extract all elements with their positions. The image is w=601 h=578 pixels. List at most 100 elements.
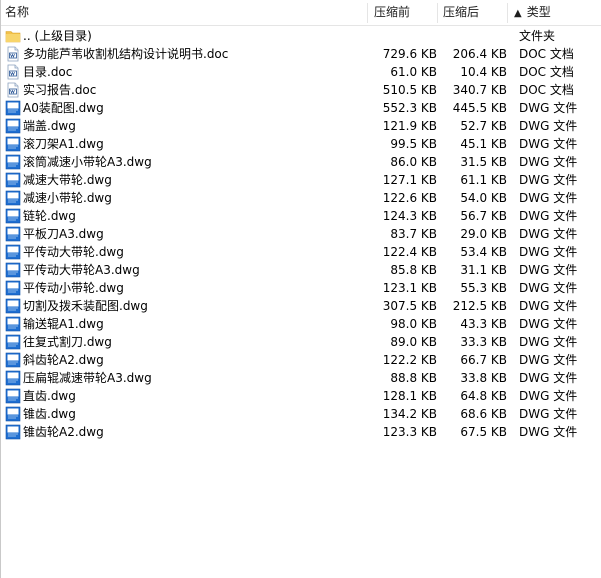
file-type: DOC 文档	[519, 83, 574, 97]
archive-file-list: 名称 压缩前 压缩后 ▲ 类型 .. (上级目录) 文件夹 多功能芦苇收割机结构设…	[0, 0, 601, 578]
file-name: 输送辊A1.dwg	[23, 317, 104, 331]
file-name: A0装配图.dwg	[23, 101, 104, 115]
file-original-size: 122.2 KB	[382, 353, 437, 367]
file-compressed-size: 67.5 KB	[460, 425, 507, 439]
file-row[interactable]: 斜齿轮A2.dwg 122.2 KB 66.7 KB DWG 文件	[1, 351, 601, 369]
file-compressed-size: 340.7 KB	[452, 83, 507, 97]
file-compressed-size: 68.6 KB	[460, 407, 507, 421]
file-original-size: 83.7 KB	[390, 227, 437, 241]
column-header-original-size[interactable]: 压缩前	[374, 0, 436, 25]
file-row[interactable]: 切割及拨禾装配图.dwg 307.5 KB 212.5 KB DWG 文件	[1, 297, 601, 315]
file-name: 减速小带轮.dwg	[23, 191, 112, 205]
file-row[interactable]: 端盖.dwg 121.9 KB 52.7 KB DWG 文件	[1, 117, 601, 135]
column-header-type-label: 类型	[526, 5, 551, 19]
dwg-file-icon	[5, 244, 21, 260]
file-compressed-size: 33.3 KB	[460, 335, 507, 349]
file-original-size: 134.2 KB	[382, 407, 437, 421]
file-row[interactable]: 目录.doc 61.0 KB 10.4 KB DOC 文档	[1, 63, 601, 81]
file-name: 目录.doc	[23, 65, 73, 79]
file-row[interactable]: 往复式割刀.dwg 89.0 KB 33.3 KB DWG 文件	[1, 333, 601, 351]
dwg-file-icon	[5, 424, 21, 440]
file-name: 直齿.dwg	[23, 389, 76, 403]
file-type: DOC 文档	[519, 47, 574, 61]
file-row[interactable]: 链轮.dwg 124.3 KB 56.7 KB DWG 文件	[1, 207, 601, 225]
file-compressed-size: 56.7 KB	[460, 209, 507, 223]
file-type: DWG 文件	[519, 425, 578, 439]
dwg-file-icon	[5, 280, 21, 296]
file-row[interactable]: 滚刀架A1.dwg 99.5 KB 45.1 KB DWG 文件	[1, 135, 601, 153]
file-compressed-size: 43.3 KB	[460, 317, 507, 331]
folder-icon	[5, 31, 21, 43]
dwg-file-icon	[5, 352, 21, 368]
file-row[interactable]: 锥齿轮A2.dwg 123.3 KB 67.5 KB DWG 文件	[1, 423, 601, 441]
file-original-size: 88.8 KB	[390, 371, 437, 385]
column-header-type[interactable]: ▲ 类型	[514, 0, 594, 25]
file-type: DWG 文件	[519, 407, 578, 421]
file-name: 锥齿轮A2.dwg	[23, 425, 104, 439]
file-name: 锥齿.dwg	[23, 407, 76, 421]
file-original-size: 123.3 KB	[382, 425, 437, 439]
doc-file-icon	[7, 64, 19, 80]
file-original-size: 307.5 KB	[382, 299, 437, 313]
file-row[interactable]: A0装配图.dwg 552.3 KB 445.5 KB DWG 文件	[1, 99, 601, 117]
file-row[interactable]: 平板刀A3.dwg 83.7 KB 29.0 KB DWG 文件	[1, 225, 601, 243]
file-row[interactable]: 平传动小带轮.dwg 123.1 KB 55.3 KB DWG 文件	[1, 279, 601, 297]
file-type: DWG 文件	[519, 263, 578, 277]
file-original-size: 89.0 KB	[390, 335, 437, 349]
doc-file-icon	[7, 82, 19, 98]
column-header-bar: 名称 压缩前 压缩后 ▲ 类型	[1, 0, 601, 26]
file-name: 平传动大带轮.dwg	[23, 245, 124, 259]
parent-directory-type: 文件夹	[519, 29, 556, 43]
file-row[interactable]: 实习报告.doc 510.5 KB 340.7 KB DOC 文档	[1, 81, 601, 99]
file-compressed-size: 61.1 KB	[460, 173, 507, 187]
file-row[interactable]: 平传动大带轮A3.dwg 85.8 KB 31.1 KB DWG 文件	[1, 261, 601, 279]
file-name: 平传动小带轮.dwg	[23, 281, 124, 295]
file-type: DWG 文件	[519, 119, 578, 133]
file-name: 往复式割刀.dwg	[23, 335, 112, 349]
column-separator[interactable]	[367, 3, 368, 23]
dwg-file-icon	[5, 298, 21, 314]
file-original-size: 98.0 KB	[390, 317, 437, 331]
dwg-file-icon	[5, 136, 21, 152]
file-type: DWG 文件	[519, 317, 578, 331]
file-type: DWG 文件	[519, 371, 578, 385]
sort-ascending-icon: ▲	[514, 8, 522, 19]
file-name: 滚筒减速小带轮A3.dwg	[23, 155, 152, 169]
file-row[interactable]: 滚筒减速小带轮A3.dwg 86.0 KB 31.5 KB DWG 文件	[1, 153, 601, 171]
file-name: 多功能芦苇收割机结构设计说明书.doc	[23, 47, 229, 61]
file-type: DWG 文件	[519, 173, 578, 187]
file-compressed-size: 31.1 KB	[460, 263, 507, 277]
file-row[interactable]: 输送辊A1.dwg 98.0 KB 43.3 KB DWG 文件	[1, 315, 601, 333]
dwg-file-icon	[5, 154, 21, 170]
column-separator[interactable]	[507, 3, 508, 23]
file-compressed-size: 45.1 KB	[460, 137, 507, 151]
file-name: 压扁辊减速带轮A3.dwg	[23, 371, 152, 385]
file-original-size: 128.1 KB	[382, 389, 437, 403]
parent-directory-row[interactable]: .. (上级目录) 文件夹	[1, 27, 601, 45]
file-row[interactable]: 锥齿.dwg 134.2 KB 68.6 KB DWG 文件	[1, 405, 601, 423]
file-type: DWG 文件	[519, 353, 578, 367]
file-original-size: 124.3 KB	[382, 209, 437, 223]
file-row[interactable]: 多功能芦苇收割机结构设计说明书.doc 729.6 KB 206.4 KB DOC 文…	[1, 45, 601, 63]
column-header-name[interactable]: 名称	[5, 0, 367, 25]
file-original-size: 729.6 KB	[382, 47, 437, 61]
file-row[interactable]: 减速大带轮.dwg 127.1 KB 61.1 KB DWG 文件	[1, 171, 601, 189]
file-original-size: 122.4 KB	[382, 245, 437, 259]
column-header-compressed-size[interactable]: 压缩后	[443, 0, 505, 25]
file-original-size: 121.9 KB	[382, 119, 437, 133]
file-type: DWG 文件	[519, 245, 578, 259]
file-row[interactable]: 压扁辊减速带轮A3.dwg 88.8 KB 33.8 KB DWG 文件	[1, 369, 601, 387]
parent-directory-label: .. (上级目录)	[23, 29, 92, 43]
file-original-size: 61.0 KB	[390, 65, 437, 79]
file-original-size: 86.0 KB	[390, 155, 437, 169]
dwg-file-icon	[5, 334, 21, 350]
doc-file-icon	[7, 46, 19, 62]
file-name: 平板刀A3.dwg	[23, 227, 104, 241]
file-type: DWG 文件	[519, 137, 578, 151]
column-separator[interactable]	[437, 3, 438, 23]
file-row[interactable]: 平传动大带轮.dwg 122.4 KB 53.4 KB DWG 文件	[1, 243, 601, 261]
file-row[interactable]: 直齿.dwg 128.1 KB 64.8 KB DWG 文件	[1, 387, 601, 405]
file-row[interactable]: 减速小带轮.dwg 122.6 KB 54.0 KB DWG 文件	[1, 189, 601, 207]
dwg-file-icon	[5, 262, 21, 278]
file-compressed-size: 445.5 KB	[452, 101, 507, 115]
